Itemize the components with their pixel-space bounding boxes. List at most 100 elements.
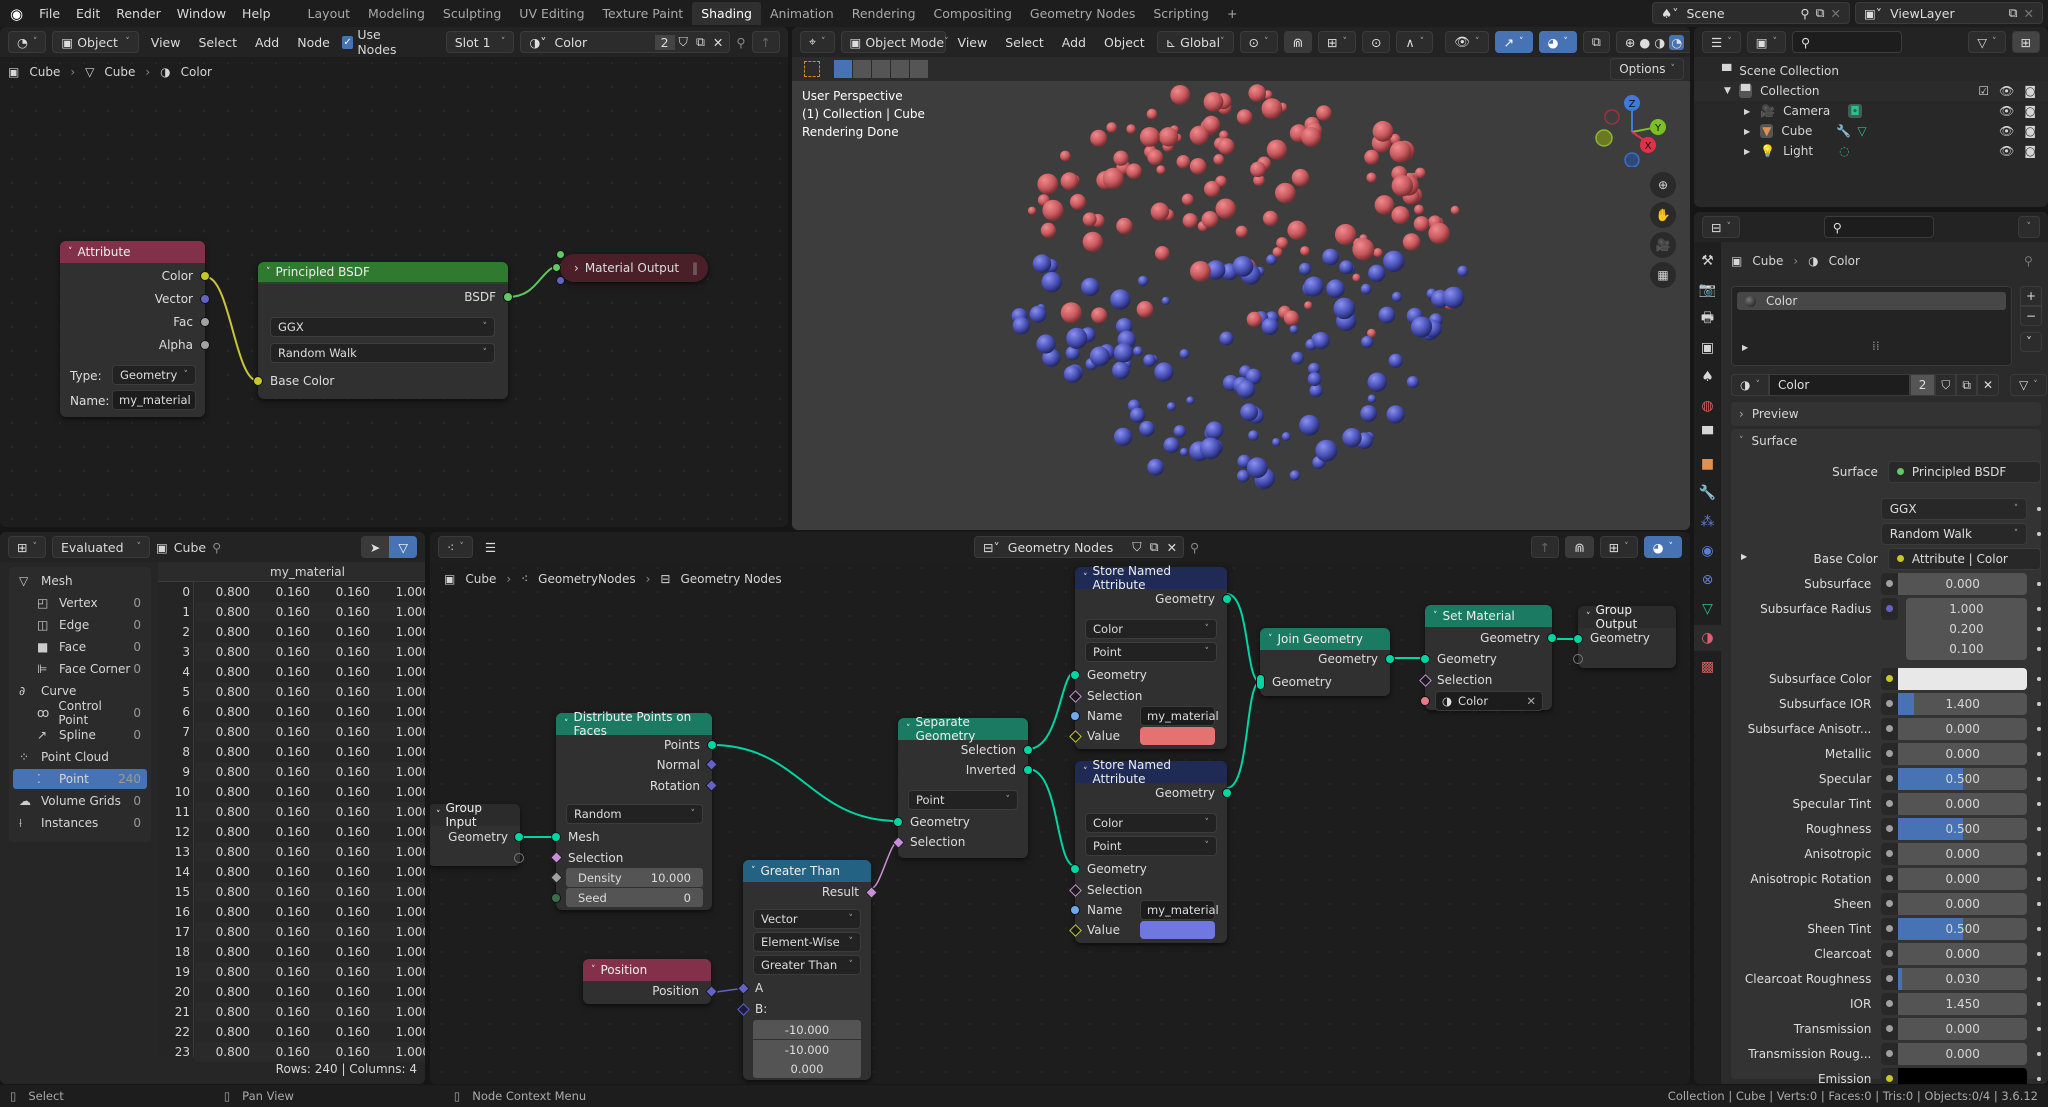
distribution-dropdown[interactable]: GGX ˅ xyxy=(1880,497,2028,520)
visibility-button[interactable]: 👁 ˅ xyxy=(1445,31,1489,53)
eye-icon[interactable]: 👁 xyxy=(1999,124,2014,138)
outliner-item-collection[interactable]: ▼ ▀ Collection ☑ 👁 ◙ xyxy=(1694,81,2048,101)
user-count[interactable]: 2 xyxy=(1909,374,1936,396)
scene-tab-icon[interactable]: ♠ xyxy=(1695,364,1721,390)
pin-icon[interactable]: ⚲ xyxy=(736,35,745,50)
falloff-button[interactable]: ∧ ˅ xyxy=(1396,31,1434,53)
keyframe-dot[interactable] xyxy=(2037,1076,2041,1081)
expand-arrow-icon[interactable]: ▶ xyxy=(1744,147,1750,156)
greater-than-node[interactable]: ˅ Greater Than Result Vector ˅ Element-Wis… xyxy=(737,860,878,1080)
node-header[interactable]: ˅ Principled BSDF xyxy=(258,262,508,284)
editor-type-button[interactable]: ⌖ ˅ xyxy=(800,31,835,53)
menu-window[interactable]: Window xyxy=(169,6,234,21)
principled-bsdf-node[interactable]: ˅ Principled BSDF BSDF GGX ˅ Random Walk ˅ … xyxy=(253,262,513,399)
filter-button[interactable]: ▽ ˅ xyxy=(1968,31,2006,53)
separate-geometry-node[interactable]: ˅ Separate Geometry Selection Inverted Po… xyxy=(892,715,1033,858)
tool-tab-icon[interactable]: ⚒ xyxy=(1695,248,1721,274)
geometry-socket[interactable] xyxy=(893,817,903,827)
keyframe-dot[interactable] xyxy=(2037,876,2041,881)
tab-texture-paint[interactable]: Texture Paint xyxy=(594,2,693,25)
name-field[interactable]: my_material xyxy=(112,390,196,410)
snap-toggle[interactable]: ⋒ xyxy=(1565,536,1594,558)
clearcoat-slider[interactable]: 0.000 xyxy=(1898,942,2028,965)
mode-subtract-icon[interactable] xyxy=(872,60,890,78)
join-geometry-node[interactable]: ˅ Join Geometry Geometry Geometry xyxy=(1256,628,1395,696)
float-socket-icon[interactable] xyxy=(1881,892,1899,915)
camera-render-icon[interactable]: ◙ xyxy=(2024,124,2036,138)
surface-panel-header[interactable]: ˅ Surface xyxy=(1731,429,2041,453)
node-header[interactable]: ˅ Attribute xyxy=(60,241,205,263)
pan-hand-icon[interactable]: ✋ xyxy=(1650,202,1676,228)
empty-socket[interactable] xyxy=(1573,654,1583,664)
domain-dropdown[interactable]: Point ˅ xyxy=(1085,836,1217,856)
node-header[interactable]: ˅ Join Geometry xyxy=(1260,628,1390,650)
subsurface-method-dropdown[interactable]: Random Walk ˅ xyxy=(1880,522,2028,545)
material-field[interactable]: ◑ Color ✕ xyxy=(1435,691,1543,711)
anisotropic-slider[interactable]: 0.000 xyxy=(1898,842,2028,865)
navigation-gizmo[interactable]: Z Y X xyxy=(1592,87,1672,167)
modifier-tab-icon[interactable]: 🔧 xyxy=(1695,480,1721,506)
anisotropic-rotation-slider[interactable]: 0.000 xyxy=(1898,867,2028,890)
pin-icon[interactable]: ⚲ xyxy=(2024,254,2033,268)
options-button[interactable]: Options ˅ xyxy=(1610,58,1684,80)
geometry-socket[interactable] xyxy=(707,740,717,750)
collapse-icon[interactable]: ˅ xyxy=(68,247,73,257)
geometry-socket[interactable] xyxy=(1547,633,1557,643)
float-socket-icon[interactable] xyxy=(1881,717,1899,740)
pivot-button[interactable]: ⊙ ˅ xyxy=(1239,31,1278,53)
node-header[interactable]: ˅ Separate Geometry xyxy=(898,715,1028,743)
keyframe-dot[interactable] xyxy=(2037,951,2041,956)
float-socket-icon[interactable] xyxy=(1881,942,1899,965)
base-color-link-field[interactable]: Attribute | Color xyxy=(1887,547,2041,570)
add-slot-button[interactable]: + xyxy=(2020,286,2043,306)
camera-render-icon[interactable]: ◙ xyxy=(2024,104,2036,118)
pin-icon[interactable]: ⚲ xyxy=(212,540,221,555)
overlay-toggle[interactable]: ◕ ˅ xyxy=(1643,536,1682,558)
camera-render-icon[interactable]: ◙ xyxy=(2024,144,2036,158)
clear-icon[interactable]: ✕ xyxy=(1526,694,1536,708)
collapse-icon[interactable]: ˅ xyxy=(906,724,911,734)
parent-node-tree-button[interactable]: ↑ xyxy=(751,31,780,53)
proportional-edit-toggle[interactable]: ⊙ xyxy=(1362,31,1391,53)
float-socket-icon[interactable] xyxy=(1881,867,1899,890)
slot-specials-button[interactable]: ˅ xyxy=(2020,332,2043,352)
keyframe-dot[interactable] xyxy=(2037,826,2041,831)
value-color-swatch[interactable] xyxy=(1140,921,1215,939)
spreadsheet[interactable]: ⊞ ˅ Evaluated ˅ ▣ Cube ⚲ ➤ ▽ ▽ Mesh ◰ Vertex 0 ◫ E… xyxy=(0,532,425,1084)
gizmo-toggle[interactable]: ↗ ˅ xyxy=(1494,31,1533,53)
parent-node-tree-button[interactable]: ↑ xyxy=(1530,536,1560,558)
mode-invert-icon[interactable] xyxy=(891,60,909,78)
outliner-search-input[interactable]: ⚲ xyxy=(1792,31,1903,53)
domain-item-edge[interactable]: ◫ Edge 0 xyxy=(13,615,147,635)
outliner-item-cube[interactable]: ▶ ▼ Cube 🔧 ▽ 👁 ◙ xyxy=(1694,121,2048,141)
editor-type-button[interactable]: ⊞ ˅ xyxy=(8,536,46,558)
color-socket-icon[interactable] xyxy=(1881,1067,1899,1084)
density-field[interactable]: Density 10.000 xyxy=(566,868,703,887)
browse-material-button[interactable]: ◑ ˅ xyxy=(1731,374,1769,396)
data-tab-icon[interactable]: ▽ xyxy=(1695,596,1721,622)
evaluation-mode-select[interactable]: Evaluated ˅ xyxy=(51,536,150,558)
editor-type-button[interactable]: ⊟ ˅ xyxy=(1702,216,1740,238)
geometry-socket[interactable] xyxy=(1573,634,1583,644)
surface-socket[interactable] xyxy=(556,250,565,259)
view-layer-tab-icon[interactable]: ▣ xyxy=(1695,335,1721,361)
keyframe-dot[interactable] xyxy=(2037,531,2041,536)
displacement-socket[interactable] xyxy=(556,276,565,285)
camera-view-icon[interactable]: 🎥 xyxy=(1650,232,1676,258)
subsurface-method-dropdown[interactable]: Random Walk ˅ xyxy=(270,343,495,363)
add-workspace-button[interactable]: + xyxy=(1218,2,1246,25)
geometry-socket[interactable] xyxy=(1070,670,1080,680)
collection-tab-icon[interactable]: ▀ xyxy=(1695,422,1721,448)
node-header[interactable]: ˅ Group Input xyxy=(430,801,520,829)
float-socket-icon[interactable] xyxy=(1881,742,1899,765)
material-slot-item[interactable]: Color xyxy=(1737,292,2006,310)
snap-toggle[interactable]: ⋒ xyxy=(1283,31,1313,53)
node-header[interactable]: ˅ Position xyxy=(583,959,711,981)
mode-extend-icon[interactable] xyxy=(853,60,871,78)
menu-hamburger-icon[interactable]: ☰ xyxy=(479,540,502,555)
subsurface-ior-slider[interactable]: 1.400 xyxy=(1898,692,2028,715)
keyframe-dot[interactable] xyxy=(2037,626,2041,631)
mode-intersect-icon[interactable] xyxy=(910,60,928,78)
domain-item-face[interactable]: ■ Face 0 xyxy=(13,637,147,657)
float-field-socket[interactable] xyxy=(550,871,563,884)
